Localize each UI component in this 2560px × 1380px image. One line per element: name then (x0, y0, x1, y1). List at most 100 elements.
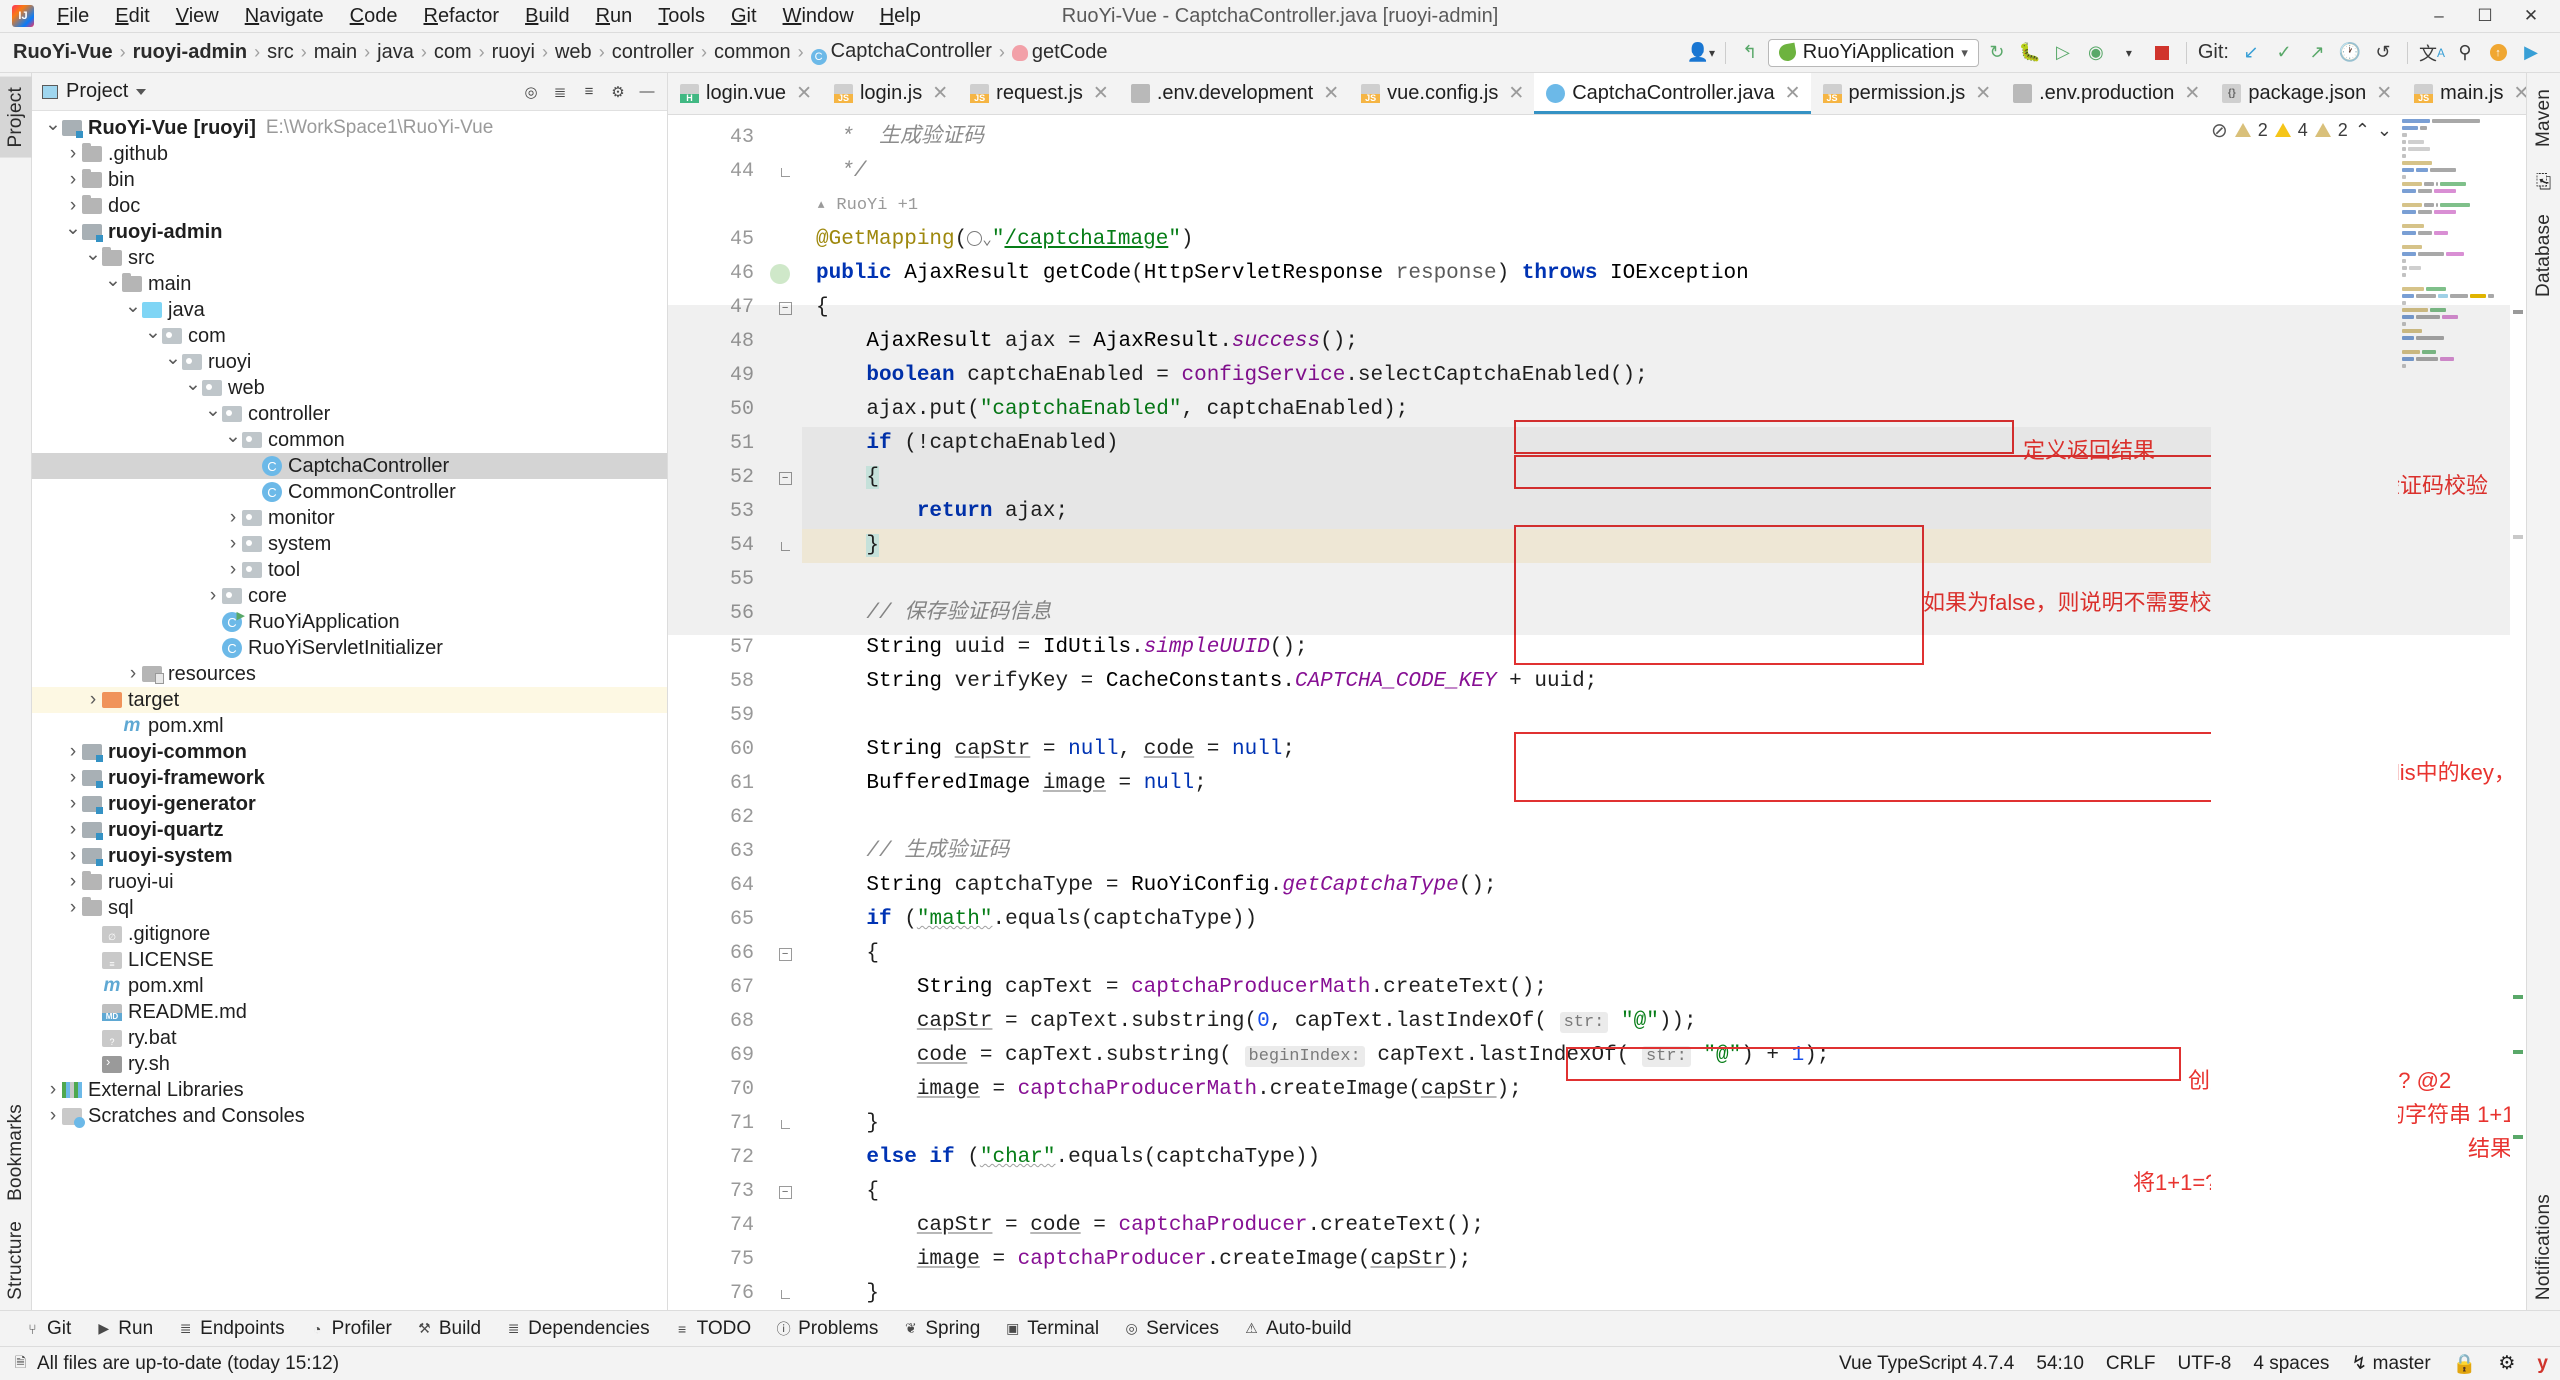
git-commit-icon[interactable]: ✓ (2269, 38, 2299, 68)
tree-item-ruoyi[interactable]: ruoyi (32, 349, 667, 375)
tool-window-terminal[interactable]: ▣ Terminal (992, 1315, 1111, 1343)
settings-icon[interactable]: ⚙ (608, 82, 628, 102)
tree-toggle-right-icon[interactable] (64, 143, 82, 165)
code-line-69[interactable]: code = capText.substring( beginIndex: ca… (802, 1039, 2211, 1073)
tree-item-ruoyi-ui[interactable]: ruoyi-ui (32, 869, 667, 895)
lock-icon[interactable]: 🔒 (2453, 1352, 2477, 1376)
code-line-60[interactable]: String capStr = null, code = null; (802, 733, 2211, 767)
tree-item-captchacontroller[interactable]: C CaptchaController (32, 453, 667, 479)
tool-window-git[interactable]: ⑂ Git (12, 1315, 83, 1343)
tool-tab-notifications[interactable]: Notifications (2528, 1184, 2560, 1310)
tree-item-external-libraries[interactable]: External Libraries (32, 1077, 667, 1103)
breadcrumb-item-java[interactable]: java (372, 39, 419, 66)
tree-item-ruoyiservletinitializer[interactable]: C RuoYiServletInitializer (32, 635, 667, 661)
tree-toggle-right-icon[interactable] (64, 871, 82, 893)
code-line-62[interactable] (802, 801, 2211, 835)
history-icon[interactable]: 🕐 (2335, 38, 2365, 68)
rerun-icon[interactable]: ↻ (1982, 38, 2012, 68)
close-tab-icon[interactable]: ✕ (929, 82, 948, 105)
tree-item-pom-xml[interactable]: m pom.xml (32, 973, 667, 999)
breadcrumb-item-common[interactable]: common (709, 39, 796, 66)
editor-tab-captchacontroller-java[interactable]: CaptchaController.java ✕ (1534, 73, 1811, 114)
editor-tab-bar[interactable]: login.vue✕login.js✕request.js✕.env.devel… (668, 73, 2526, 115)
tree-toggle-right-icon[interactable] (124, 663, 142, 685)
tree-toggle-down-icon[interactable] (104, 273, 122, 296)
caret-position[interactable]: 54:10 (2036, 1353, 2084, 1375)
tree-toggle-down-icon[interactable] (84, 247, 102, 270)
code-line-63[interactable]: // 生成验证码 (802, 835, 2211, 869)
tool-window-profiler[interactable]: ◔ Profiler (297, 1315, 404, 1343)
inspection-off-icon[interactable]: ⊘ (2211, 118, 2228, 143)
user-icon[interactable]: 👤 ▾ (1686, 38, 1716, 68)
menu-help[interactable]: Help (867, 2, 934, 31)
tree-item-main[interactable]: main (32, 271, 667, 297)
tree-toggle-right-icon[interactable] (224, 559, 242, 581)
tree-item-ruoyi-admin[interactable]: ruoyi-admin (32, 219, 667, 245)
coverage-icon[interactable]: ▷ (2048, 38, 2078, 68)
locate-icon[interactable]: ◎ (521, 82, 541, 102)
project-tree[interactable]: RuoYi-Vue[ruoyi] E:\WorkSpace1\RuoYi-Vue.… (32, 111, 667, 1310)
tree-item-resources[interactable]: resources (32, 661, 667, 687)
close-tab-icon[interactable]: ✕ (1320, 82, 1339, 105)
editor-tab-permission-js[interactable]: permission.js ✕ (1811, 73, 2002, 114)
tree-toggle-down-icon[interactable] (64, 221, 82, 244)
translate-icon[interactable]: 文A (2417, 38, 2447, 68)
fold-collapse-icon[interactable]: − (778, 1185, 792, 1199)
tree-item-src[interactable]: src (32, 245, 667, 271)
tool-tab-project[interactable]: Project (0, 77, 32, 158)
breadcrumb-item-ruoyi-admin[interactable]: ruoyi-admin (128, 39, 252, 66)
breadcrumb-item-ruoyi-vue[interactable]: RuoYi-Vue (8, 39, 118, 66)
run-icon[interactable]: ▶ (2516, 38, 2546, 68)
editor-tab-login-js[interactable]: login.js ✕ (822, 73, 958, 114)
editor-tab-request-js[interactable]: request.js ✕ (958, 73, 1119, 114)
tree-item-target[interactable]: target (32, 687, 667, 713)
collapse-all-icon[interactable]: ≡ (579, 82, 599, 102)
breadcrumb-item-captchacontroller[interactable]: C CaptchaController (806, 38, 997, 67)
tree-item-pom-xml[interactable]: m pom.xml (32, 713, 667, 739)
code-line-44[interactable]: */ (802, 155, 2211, 189)
menu-file[interactable]: File (44, 2, 102, 31)
chevron-down-icon[interactable]: ▾ (2114, 38, 2144, 68)
tree-toggle-right-icon[interactable] (224, 533, 242, 555)
tree-toggle-down-icon[interactable] (164, 351, 182, 374)
tree-toggle-down-icon[interactable] (44, 117, 62, 140)
editor-tab-main-js[interactable]: main.js ✕ (2402, 73, 2526, 114)
debug-icon[interactable]: 🐛 (2015, 38, 2045, 68)
search-icon[interactable]: ⚲ (2450, 38, 2480, 68)
tool-window-run[interactable]: ▶ Run (83, 1315, 165, 1343)
indent-setting[interactable]: 4 spaces (2253, 1353, 2329, 1375)
menu-refactor[interactable]: Refactor (410, 2, 512, 31)
menu-code[interactable]: Code (337, 2, 411, 31)
tree-item-core[interactable]: core (32, 583, 667, 609)
fold-end-icon[interactable] (780, 1119, 790, 1129)
menu-edit[interactable]: Edit (102, 2, 162, 31)
editor-tab-vue-config-js[interactable]: vue.config.js ✕ (1349, 73, 1534, 114)
tree-item-readme-md[interactable]: README.md (32, 999, 667, 1025)
tree-item-common[interactable]: common (32, 427, 667, 453)
tree-item-java[interactable]: java (32, 297, 667, 323)
code-line-70[interactable]: image = captchaProducerMath.createImage(… (802, 1073, 2211, 1107)
tree-toggle-right-icon[interactable] (64, 767, 82, 789)
tree-toggle-down-icon[interactable] (204, 403, 222, 426)
code-line-65[interactable]: if ("math".equals(captchaType)) (802, 903, 2211, 937)
minimize-button[interactable]: – (2416, 0, 2462, 32)
tree-item-commoncontroller[interactable]: C CommonController (32, 479, 667, 505)
close-tab-icon[interactable]: ✕ (2510, 82, 2526, 105)
code-line-71[interactable]: } (802, 1107, 2211, 1141)
code-line-67[interactable]: String capText = captchaProducerMath.cre… (802, 971, 2211, 1005)
inspection-header[interactable]: ⊘ 2 4 2 ⌃ ⌄ (2211, 115, 2398, 145)
tool-window-endpoints[interactable]: ≣ Endpoints (165, 1315, 297, 1343)
update-icon[interactable]: ↑ (2483, 38, 2513, 68)
expand-all-icon[interactable]: ≣ (550, 82, 570, 102)
editor-tab-package-json[interactable]: package.json ✕ (2210, 73, 2402, 114)
fold-marker[interactable] (768, 1277, 802, 1310)
tree-toggle-right-icon[interactable] (64, 195, 82, 217)
tool-tab-structure[interactable]: Structure (0, 1211, 32, 1310)
stop-icon[interactable] (2147, 38, 2177, 68)
code-line-68[interactable]: capStr = capText.substring(0, capText.la… (802, 1005, 2211, 1039)
close-button[interactable]: ✕ (2508, 0, 2554, 32)
tree-item--gitignore[interactable]: ∅ .gitignore (32, 921, 667, 947)
code-line-76[interactable]: } (802, 1277, 2211, 1310)
tree-toggle-right-icon[interactable] (84, 689, 102, 711)
breadcrumb-item-com[interactable]: com (429, 39, 477, 66)
